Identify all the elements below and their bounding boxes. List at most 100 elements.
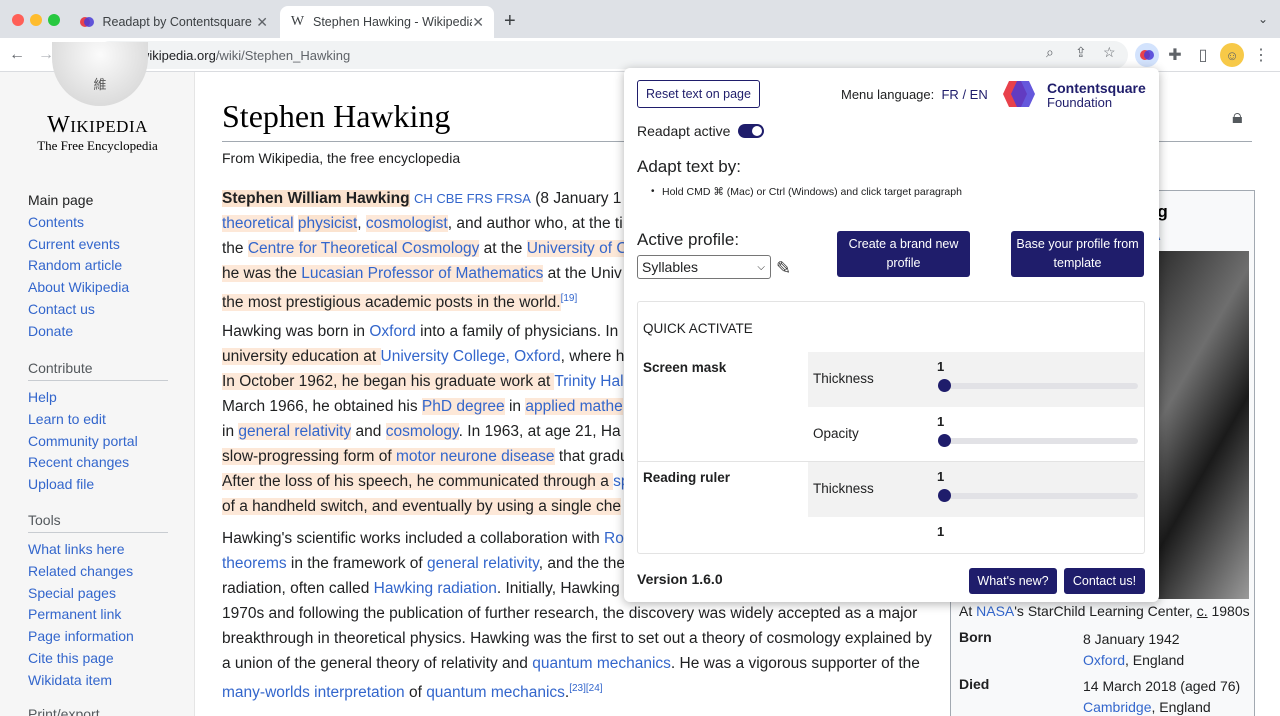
nav-special-pages[interactable]: Special pages xyxy=(28,583,168,605)
nav-related-changes[interactable]: Related changes xyxy=(28,561,168,583)
nav-about-wikipedia[interactable]: About Wikipedia xyxy=(28,277,168,299)
maximize-window-button[interactable] xyxy=(48,14,60,26)
slider-thumb[interactable] xyxy=(938,379,951,392)
nav-current-events[interactable]: Current events xyxy=(28,234,168,256)
nav-help[interactable]: Help xyxy=(28,387,168,409)
contact-us-button[interactable]: Contact us! xyxy=(1064,568,1145,594)
link-general-relativity[interactable]: general relativity xyxy=(238,423,352,440)
quick-activate-panel: QUICK ACTIVATE Screen mask Thickness 1 O… xyxy=(637,301,1145,554)
nav-recent-changes[interactable]: Recent changes xyxy=(28,452,168,474)
link-lucasian-professor[interactable]: Lucasian Professor of Mathematics xyxy=(301,265,544,282)
close-window-button[interactable] xyxy=(12,14,24,26)
tab-bar: Readapt by Contentsquare Fou ✕ W Stephen… xyxy=(0,0,1280,38)
nav-learn-to-edit[interactable]: Learn to edit xyxy=(28,409,168,431)
mask-opacity-slider[interactable] xyxy=(938,434,1138,447)
link-hawking-radiation[interactable]: Hawking radiation xyxy=(374,580,497,597)
tab-wikipedia[interactable]: W Stephen Hawking - Wikipedia ✕ xyxy=(280,6,494,38)
reading-ruler-thickness-row: Reading ruler Thickness 1 xyxy=(638,462,1144,517)
protection-lock-icon[interactable]: 🔒︎ xyxy=(1232,106,1243,129)
link-theoretical[interactable]: theoretical xyxy=(222,215,294,232)
readapt-extension-icon[interactable] xyxy=(1135,43,1159,67)
mask-thickness-value: 1 xyxy=(937,359,945,374)
link-trinity-hall[interactable]: Trinity Hal xyxy=(554,373,623,390)
nav-main-page[interactable]: Main page xyxy=(28,190,168,212)
link-many-worlds-interpretation[interactable]: many-worlds interpretation xyxy=(222,684,405,701)
lang-fr-link[interactable]: FR xyxy=(941,87,958,102)
link-university-cambridge[interactable]: University of C xyxy=(526,240,628,257)
nav-cite-this-page[interactable]: Cite this page xyxy=(28,648,168,670)
link-died-cambridge[interactable]: Cambridge xyxy=(1083,699,1151,715)
link-general-relativity-2[interactable]: general relativity xyxy=(427,555,539,572)
link-motor-neurone-disease[interactable]: motor neurone disease xyxy=(396,448,555,465)
ref-19[interactable]: [19] xyxy=(561,293,578,304)
page-title: Stephen Hawking xyxy=(222,98,451,134)
link-quantum-mechanics-2[interactable]: quantum mechanics xyxy=(426,684,565,701)
lang-en-link[interactable]: EN xyxy=(970,87,988,102)
reading-ruler-extra-row: 1 xyxy=(638,517,1144,553)
ruler-thickness-slider[interactable] xyxy=(938,489,1138,502)
address-bar[interactable]: 🔒︎ en.wikipedia.org/wiki/Stephen_Hawking xyxy=(96,41,1128,69)
nav-contact-us[interactable]: Contact us xyxy=(28,299,168,321)
nav-upload-file[interactable]: Upload file xyxy=(28,474,168,496)
profile-select[interactable]: Syllables ⌵ xyxy=(637,255,771,279)
close-tab-icon[interactable]: ✕ xyxy=(256,14,268,31)
link-oxford[interactable]: Oxford xyxy=(369,323,416,340)
nav-community-portal[interactable]: Community portal xyxy=(28,431,168,453)
minimize-window-button[interactable] xyxy=(30,14,42,26)
bookmark-star-icon[interactable]: ☆ xyxy=(1103,44,1116,61)
thickness-label: Thickness xyxy=(813,481,874,496)
template-profile-button[interactable]: Base your profile from template xyxy=(1011,231,1144,277)
wikipedia-favicon-icon: W xyxy=(290,14,305,29)
extensions-puzzle-icon[interactable]: ✚ xyxy=(1164,44,1186,66)
whats-new-button[interactable]: What's new? xyxy=(969,568,1057,594)
infobox-caption: At NASA's StarChild Learning Center, c. … xyxy=(959,603,1250,619)
site-sub: From Wikipedia, the free encyclopedia xyxy=(222,150,461,166)
nav-random-article[interactable]: Random article xyxy=(28,255,168,277)
link-applied-mathematics[interactable]: applied mathe xyxy=(525,398,623,415)
tab-search-icon[interactable]: ⌄ xyxy=(1258,12,1268,26)
screen-mask-label: Screen mask xyxy=(643,360,727,375)
infobox-photo[interactable] xyxy=(1154,251,1249,599)
slider-thumb[interactable] xyxy=(938,489,951,502)
side-panel-icon[interactable]: ▯ xyxy=(1192,44,1214,66)
link-university-college-oxford[interactable]: University College, Oxford xyxy=(381,348,561,365)
nav-donate[interactable]: Donate xyxy=(28,321,168,343)
wikipedia-wordmark[interactable]: Wikipedia xyxy=(30,112,165,139)
mask-thickness-slider[interactable] xyxy=(938,379,1138,392)
link-cosmology[interactable]: cosmology xyxy=(385,423,459,440)
browser-menu-icon[interactable]: ⋮ xyxy=(1250,44,1272,66)
slider-thumb[interactable] xyxy=(938,434,951,447)
zoom-icon[interactable]: ⌕ xyxy=(1046,44,1054,61)
create-profile-button[interactable]: Create a brand new profile xyxy=(837,231,970,277)
wiki-sidebar: 維 Wikipedia The Free Encyclopedia Main p… xyxy=(0,42,195,716)
back-icon[interactable]: ← xyxy=(6,44,28,66)
wikipedia-globe-logo[interactable]: 維 xyxy=(52,42,148,106)
nav-contents[interactable]: Contents xyxy=(28,212,168,234)
link-roger-penrose[interactable]: Ro xyxy=(604,530,624,547)
reset-text-button[interactable]: Reset text on page xyxy=(637,80,760,108)
nav-what-links-here[interactable]: What links here xyxy=(28,539,168,561)
ref-23-24[interactable]: [23][24] xyxy=(569,683,602,694)
edit-profile-icon[interactable]: ✎ xyxy=(776,258,791,279)
link-cosmologist[interactable]: cosmologist xyxy=(365,215,448,232)
nav-page-information[interactable]: Page information xyxy=(28,626,168,648)
share-icon[interactable]: ⇪ xyxy=(1075,44,1087,61)
link-quantum-mechanics[interactable]: quantum mechanics xyxy=(532,655,671,672)
readapt-active-toggle[interactable] xyxy=(738,124,765,138)
nav-wikidata-item[interactable]: Wikidata item xyxy=(28,670,168,692)
profile-avatar[interactable]: ☺ xyxy=(1220,43,1244,67)
tab-readapt[interactable]: Readapt by Contentsquare Fou ✕ xyxy=(70,6,278,38)
postnominals-link[interactable]: CH CBE FRS FRSA xyxy=(414,191,531,206)
link-centre-theoretical-cosmology[interactable]: Centre for Theoretical Cosmology xyxy=(247,240,480,257)
link-phd-degree[interactable]: PhD degree xyxy=(421,398,505,415)
link-nasa[interactable]: NASA xyxy=(976,603,1014,619)
link-singularity-theorems[interactable]: theorems xyxy=(222,555,287,572)
link-physicist[interactable]: physicist xyxy=(297,215,358,232)
close-tab-icon[interactable]: ✕ xyxy=(472,14,484,31)
nav-permanent-link[interactable]: Permanent link xyxy=(28,604,168,626)
new-tab-button[interactable]: + xyxy=(504,10,516,33)
screen-mask-opacity-row: Opacity 1 xyxy=(638,407,1144,462)
link-born-oxford[interactable]: Oxford xyxy=(1083,652,1125,668)
nav-print-title: Print/export xyxy=(28,706,168,716)
contentsquare-logo-icon xyxy=(1003,81,1035,107)
